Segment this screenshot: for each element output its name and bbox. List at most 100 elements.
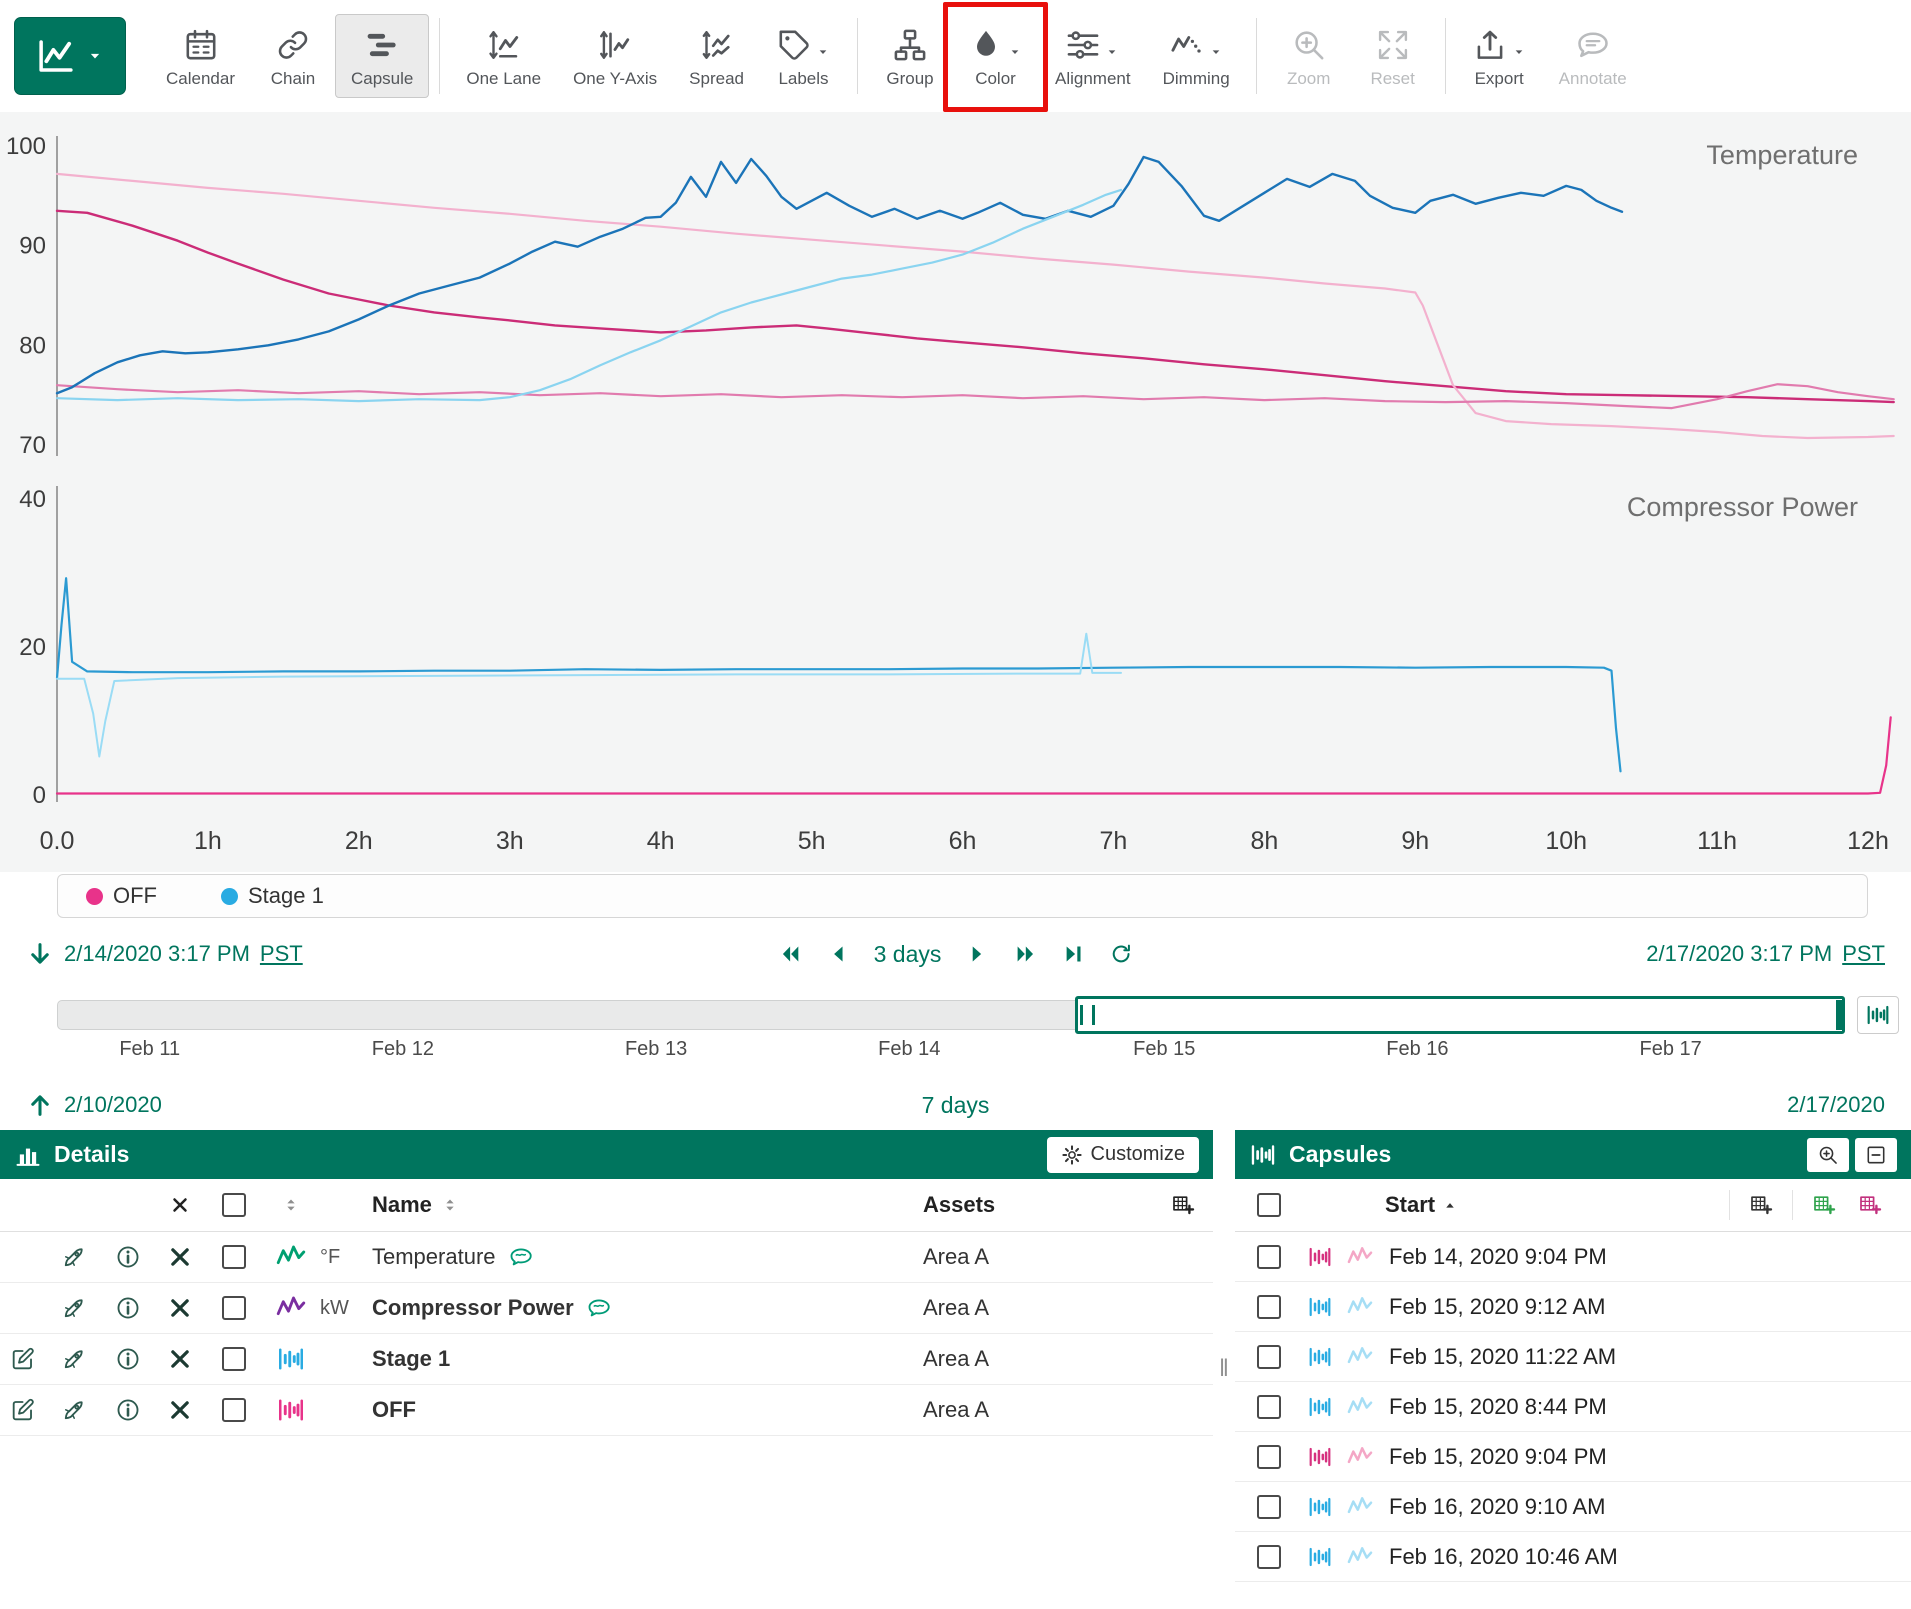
remove-icon[interactable] bbox=[167, 1295, 193, 1321]
toolbar-color-button[interactable]: Color bbox=[952, 14, 1039, 98]
investigate-range-duration[interactable]: 7 days bbox=[922, 1092, 990, 1119]
add-column-icon[interactable] bbox=[1171, 1193, 1195, 1217]
display-range-start-timezone[interactable]: PST bbox=[260, 941, 303, 967]
assets-column-header[interactable]: Assets bbox=[923, 1192, 1153, 1218]
rocket-icon[interactable] bbox=[61, 1346, 87, 1372]
details-row[interactable]: OFFArea A bbox=[0, 1385, 1213, 1436]
refresh-icon[interactable] bbox=[1109, 942, 1133, 966]
capsules-select-all-checkbox[interactable] bbox=[1257, 1193, 1281, 1217]
start-column-header[interactable]: Start bbox=[1385, 1192, 1459, 1218]
info-icon[interactable] bbox=[115, 1346, 141, 1372]
toolbar-spread-button[interactable]: Spread bbox=[673, 14, 760, 98]
remove-icon[interactable] bbox=[167, 1346, 193, 1372]
details-row[interactable]: Stage 1Area A bbox=[0, 1334, 1213, 1385]
capsule-checkbox[interactable] bbox=[1257, 1345, 1281, 1369]
capsule-checkbox[interactable] bbox=[1257, 1245, 1281, 1269]
rocket-icon[interactable] bbox=[61, 1397, 87, 1423]
timeline-track[interactable] bbox=[57, 1000, 1840, 1030]
remove-icon[interactable] bbox=[167, 1244, 193, 1270]
timeline-left-handle[interactable] bbox=[1080, 1005, 1095, 1026]
remove-icon[interactable] bbox=[167, 1397, 193, 1423]
capsule-checkbox[interactable] bbox=[1257, 1445, 1281, 1469]
toolbar-dimming-button[interactable]: Dimming bbox=[1147, 14, 1246, 98]
display-type-dropdown[interactable] bbox=[14, 17, 126, 95]
capsule-checkbox[interactable] bbox=[1257, 1395, 1281, 1419]
capsule-checkbox[interactable] bbox=[1257, 1295, 1281, 1319]
name-column-header[interactable]: Name bbox=[372, 1192, 432, 1218]
row-checkbox[interactable] bbox=[222, 1398, 246, 1422]
toolbar-group-button[interactable]: Group bbox=[868, 14, 952, 98]
capsule-row[interactable]: Feb 15, 2020 11:22 AM bbox=[1235, 1332, 1911, 1382]
toolbar-alignment-button[interactable]: Alignment bbox=[1039, 14, 1147, 98]
capsules-zoom-button[interactable] bbox=[1807, 1138, 1849, 1172]
investigate-range-end[interactable]: 2/17/2020 bbox=[1787, 1092, 1885, 1118]
row-checkbox[interactable] bbox=[222, 1296, 246, 1320]
capsule-row[interactable]: Feb 14, 2020 9:04 PM bbox=[1235, 1232, 1911, 1282]
capsule-checkbox[interactable] bbox=[1257, 1545, 1281, 1569]
sort-both-icon[interactable] bbox=[440, 1195, 460, 1215]
customize-button[interactable]: Customize bbox=[1047, 1137, 1199, 1173]
info-icon[interactable] bbox=[115, 1244, 141, 1270]
edit-icon[interactable] bbox=[10, 1346, 36, 1372]
comment-icon[interactable] bbox=[586, 1295, 612, 1321]
toolbar-one-y-axis-button[interactable]: One Y-Axis bbox=[557, 14, 673, 98]
toolbar-calendar-button[interactable]: Calendar bbox=[150, 14, 251, 98]
display-range-end-timezone[interactable]: PST bbox=[1842, 941, 1885, 967]
row-checkbox[interactable] bbox=[222, 1245, 246, 1269]
step-forward-half-icon[interactable] bbox=[965, 942, 989, 966]
timeline-capsule-button[interactable] bbox=[1857, 996, 1899, 1034]
capsule-checkbox[interactable] bbox=[1257, 1495, 1281, 1519]
comment-icon[interactable] bbox=[508, 1244, 534, 1270]
row-checkbox[interactable] bbox=[222, 1347, 246, 1371]
rocket-icon[interactable] bbox=[61, 1244, 87, 1270]
toolbar-separator bbox=[1445, 18, 1446, 94]
svg-text:5h: 5h bbox=[798, 827, 826, 855]
rocket-icon[interactable] bbox=[61, 1295, 87, 1321]
capsule-row[interactable]: Feb 16, 2020 9:10 AM bbox=[1235, 1482, 1911, 1532]
step-back-full-icon[interactable] bbox=[778, 942, 802, 966]
toolbar-capsule-button[interactable]: Capsule bbox=[335, 14, 429, 98]
toolbar-one-lane-button[interactable]: One Lane bbox=[450, 14, 557, 98]
toolbar-reset-button: Reset bbox=[1351, 14, 1435, 98]
timeline-right-handle[interactable] bbox=[1836, 1000, 1843, 1029]
details-row[interactable]: kWCompressor PowerArea A bbox=[0, 1283, 1213, 1334]
capsule-row[interactable]: Feb 15, 2020 8:44 PM bbox=[1235, 1382, 1911, 1432]
capsule-row[interactable]: Feb 15, 2020 9:04 PM bbox=[1235, 1432, 1911, 1482]
send-range-up-arrow-icon[interactable] bbox=[26, 1091, 54, 1119]
add-signal-stat-column-button[interactable] bbox=[1801, 1187, 1847, 1223]
display-range-end[interactable]: 2/17/2020 3:17 PM bbox=[1646, 941, 1832, 967]
svg-text:20: 20 bbox=[19, 634, 46, 661]
details-table-body: °FTemperatureArea AkWCompressor PowerAre… bbox=[0, 1232, 1213, 1436]
capsule-signal-icon bbox=[1347, 1544, 1373, 1570]
step-to-end-icon[interactable] bbox=[1061, 942, 1085, 966]
capsule-color-icon bbox=[1307, 1244, 1333, 1270]
remove-all-icon[interactable] bbox=[170, 1195, 190, 1215]
sort-icon[interactable] bbox=[281, 1195, 301, 1215]
toolbar-export-button[interactable]: Export bbox=[1456, 14, 1543, 98]
capsules-collapse-button[interactable] bbox=[1855, 1138, 1897, 1172]
select-all-checkbox[interactable] bbox=[222, 1193, 246, 1217]
legend-item-stage-1[interactable]: Stage 1 bbox=[221, 883, 324, 909]
step-back-half-icon[interactable] bbox=[826, 942, 850, 966]
add-condition-stat-column-button[interactable] bbox=[1847, 1187, 1893, 1223]
timeline-selection[interactable] bbox=[1075, 996, 1845, 1034]
step-forward-full-icon[interactable] bbox=[1013, 942, 1037, 966]
edit-icon[interactable] bbox=[10, 1397, 36, 1423]
trend-chart-area[interactable]: 100908070Temperature40200Compressor Powe… bbox=[0, 112, 1911, 872]
send-range-down-arrow-icon[interactable] bbox=[26, 940, 54, 968]
toolbar-chain-button[interactable]: Chain bbox=[251, 14, 335, 98]
info-icon[interactable] bbox=[115, 1295, 141, 1321]
display-range-start[interactable]: 2/14/2020 3:17 PM bbox=[64, 941, 250, 967]
details-row[interactable]: °FTemperatureArea A bbox=[0, 1232, 1213, 1283]
investigate-range-start[interactable]: 2/10/2020 bbox=[64, 1092, 162, 1118]
info-icon[interactable] bbox=[115, 1397, 141, 1423]
legend-item-off[interactable]: OFF bbox=[86, 883, 157, 909]
add-column-button[interactable] bbox=[1738, 1187, 1784, 1223]
annotate-icon bbox=[1575, 27, 1611, 63]
panel-splitter[interactable]: ‖ bbox=[1213, 1130, 1235, 1609]
capsule-row[interactable]: Feb 16, 2020 10:46 AM bbox=[1235, 1532, 1911, 1582]
toolbar-labels-button[interactable]: Labels bbox=[760, 14, 847, 98]
capsule-row[interactable]: Feb 15, 2020 9:12 AM bbox=[1235, 1282, 1911, 1332]
trend-chart-svg[interactable]: 100908070Temperature40200Compressor Powe… bbox=[0, 112, 1911, 872]
display-range-duration[interactable]: 3 days bbox=[874, 941, 942, 968]
